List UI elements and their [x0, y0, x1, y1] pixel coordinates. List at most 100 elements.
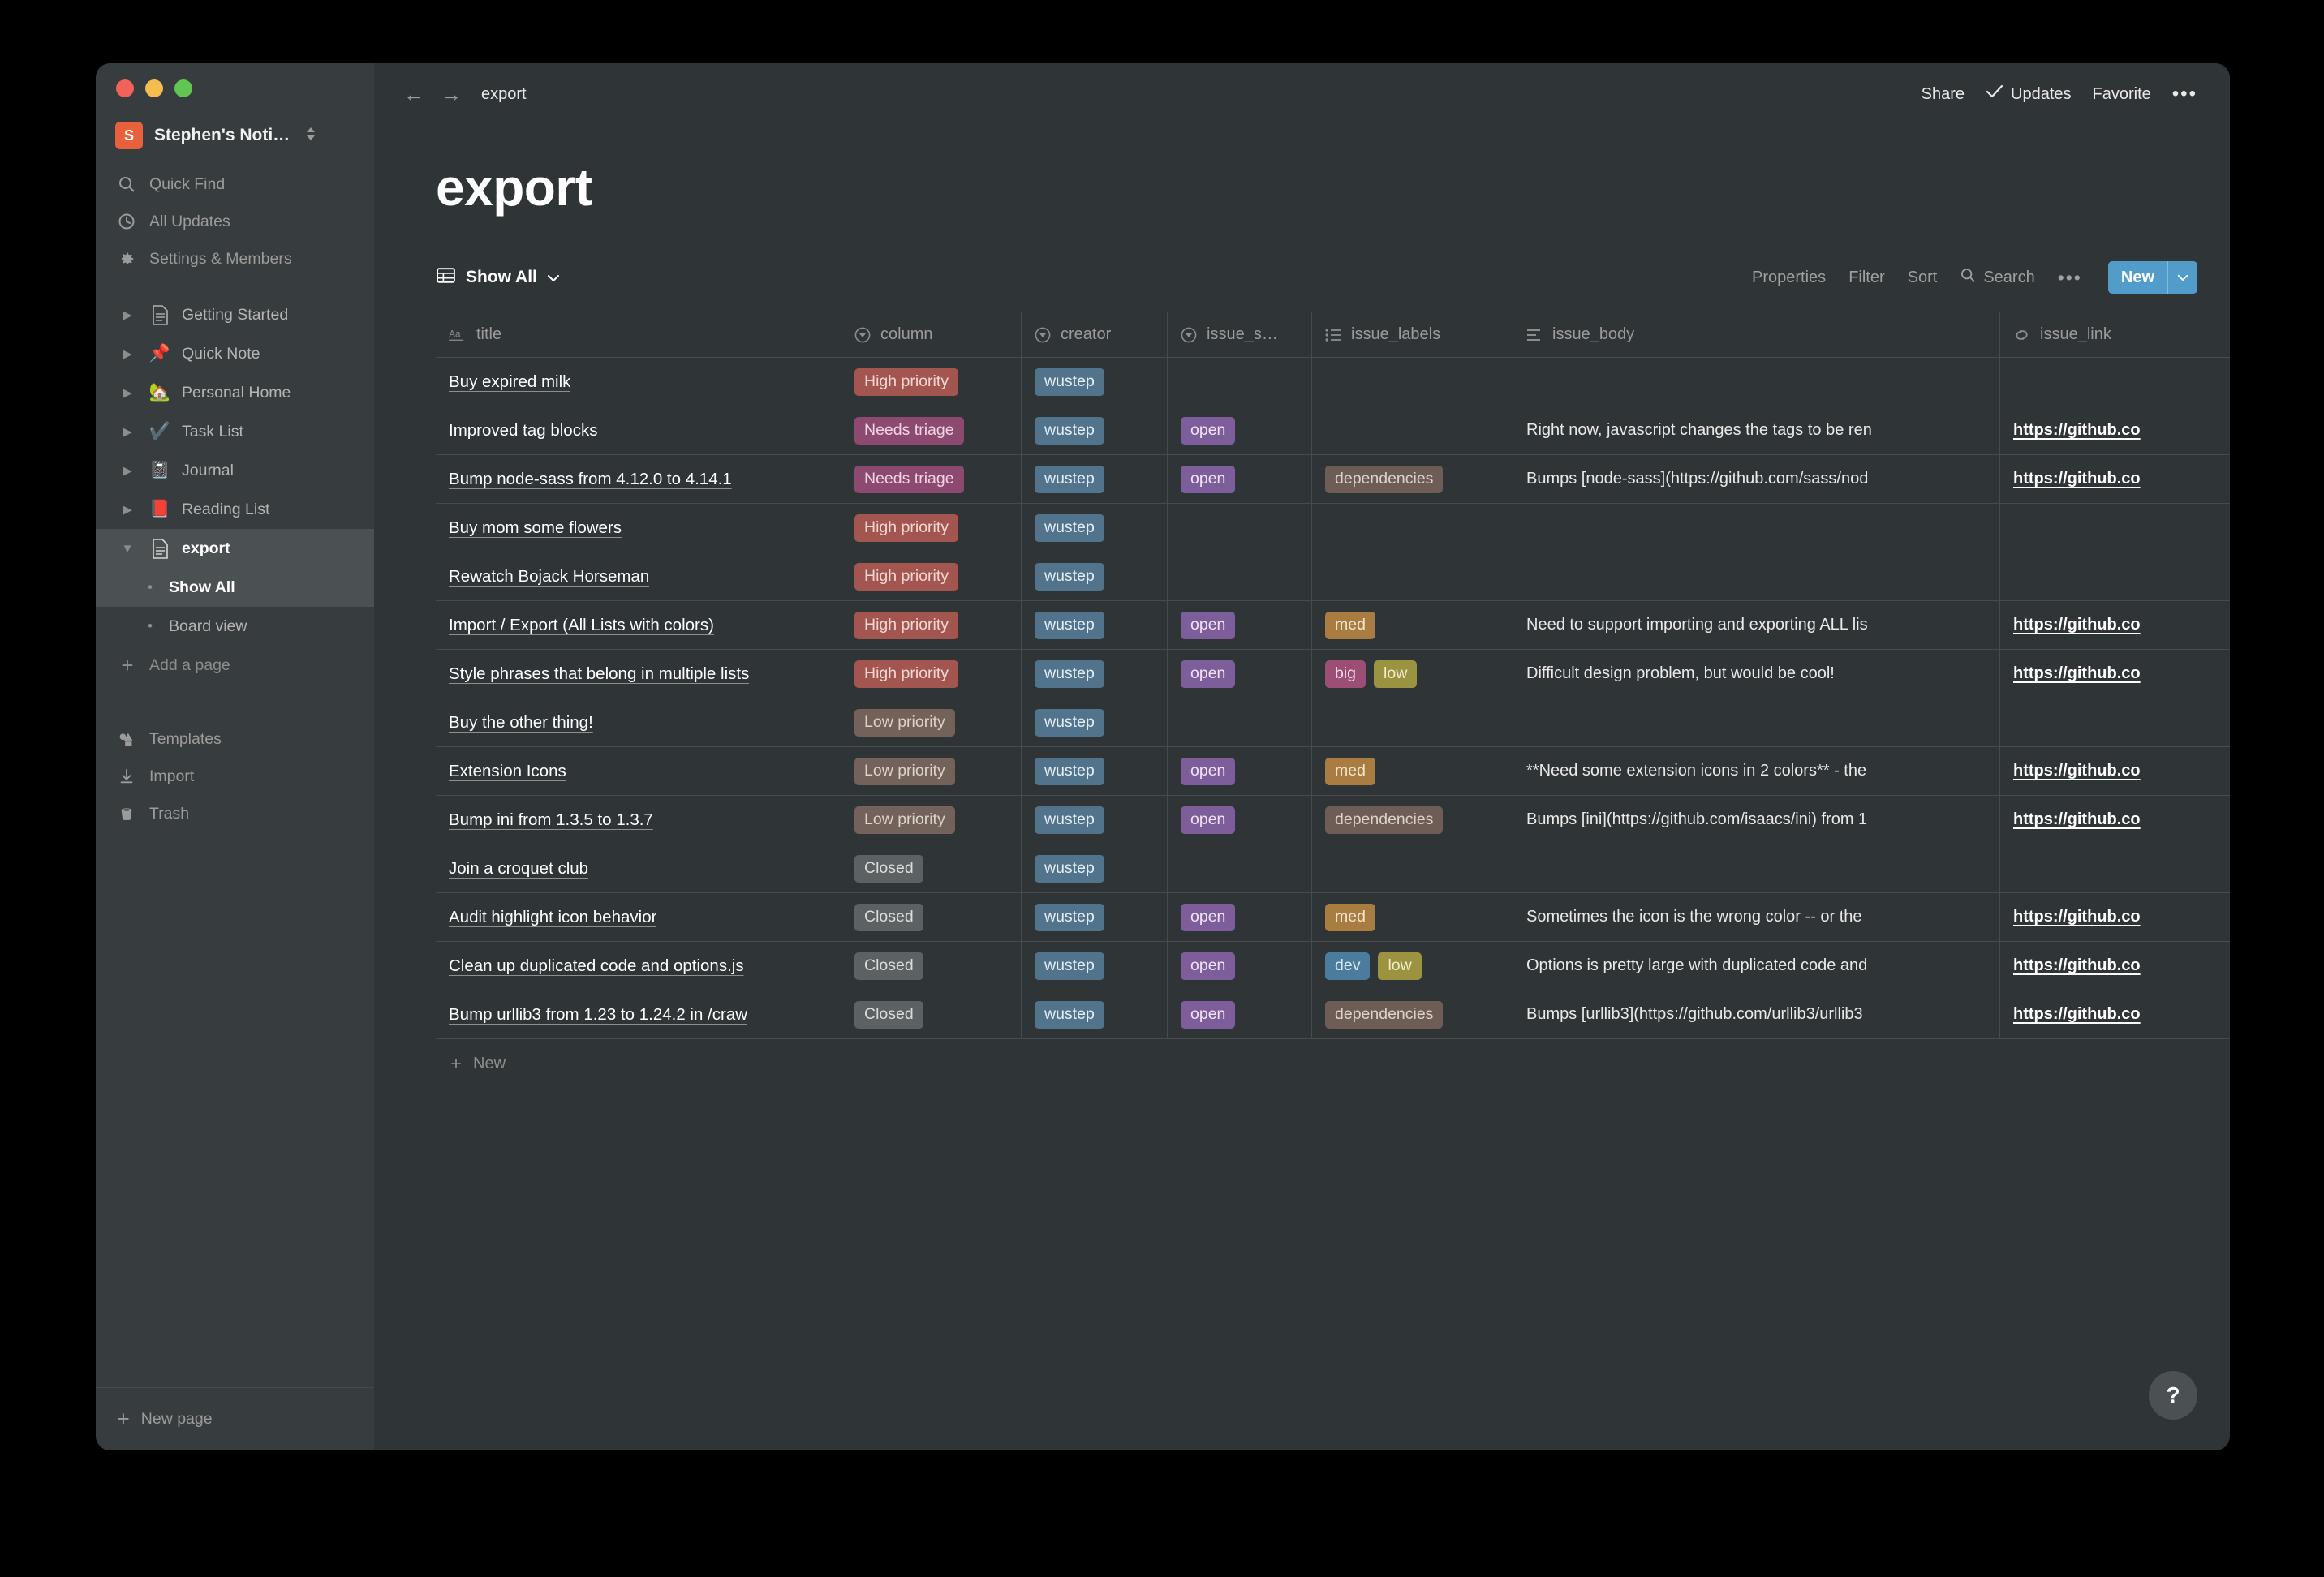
help-button[interactable]: ? — [2149, 1371, 2197, 1420]
view-tab-show-all[interactable]: Show All — [436, 265, 560, 290]
row-title-link[interactable]: Buy mom some flowers — [449, 518, 622, 538]
row-title-link[interactable]: Improved tag blocks — [449, 421, 597, 440]
cell-creator[interactable]: wustep — [1022, 406, 1168, 454]
cell-title[interactable]: Extension Icons — [436, 747, 841, 795]
cell-issue-status[interactable] — [1168, 358, 1312, 406]
cell-issue-labels[interactable] — [1312, 844, 1513, 892]
sidebar-add-page-button[interactable]: + Add a page — [96, 646, 374, 685]
cell-creator[interactable]: wustep — [1022, 698, 1168, 746]
forward-arrow-icon[interactable]: → — [433, 82, 470, 107]
cell-issue-body[interactable]: Difficult design problem, but would be c… — [1513, 650, 2000, 698]
row-title-link[interactable]: Bump node-sass from 4.12.0 to 4.14.1 — [449, 470, 732, 489]
issue-link[interactable]: https://github.co — [2013, 664, 2141, 683]
cell-issue-labels[interactable]: dependencies — [1312, 455, 1513, 503]
chevron-right-icon[interactable]: ▶ — [117, 346, 138, 361]
table-row[interactable]: Style phrases that belong in multiple li… — [436, 650, 2230, 698]
cell-issue-body[interactable] — [1513, 552, 2000, 600]
cell-issue-status[interactable]: open — [1168, 990, 1312, 1038]
sidebar-item-templates[interactable]: Templates — [96, 720, 374, 758]
row-title-link[interactable]: Style phrases that belong in multiple li… — [449, 664, 749, 684]
sidebar-item-import[interactable]: Import — [96, 758, 374, 795]
cell-column[interactable]: High priority — [841, 504, 1022, 552]
cell-issue-status[interactable]: open — [1168, 455, 1312, 503]
cell-column[interactable]: Low priority — [841, 698, 1022, 746]
properties-button[interactable]: Properties — [1752, 269, 1826, 287]
cell-issue-labels[interactable] — [1312, 552, 1513, 600]
cell-issue-link[interactable]: https://github.co — [2000, 406, 2230, 454]
cell-column[interactable]: Closed — [841, 844, 1022, 892]
cell-issue-status[interactable] — [1168, 844, 1312, 892]
cell-issue-body[interactable]: Options is pretty large with duplicated … — [1513, 942, 2000, 990]
cell-title[interactable]: Bump ini from 1.3.5 to 1.3.7 — [436, 796, 841, 844]
table-row[interactable]: Audit highlight icon behavior Closed wuste… — [436, 893, 2230, 942]
cell-issue-status[interactable]: open — [1168, 893, 1312, 941]
sidebar-page-task-list[interactable]: ▶ ✔️ Task List — [96, 412, 374, 451]
issue-link[interactable]: https://github.co — [2013, 616, 2141, 634]
cell-issue-link[interactable]: https://github.co — [2000, 650, 2230, 698]
sidebar-page-quick-note[interactable]: ▶ 📌 Quick Note — [96, 334, 374, 373]
cell-column[interactable]: High priority — [841, 552, 1022, 600]
column-header-issue-link[interactable]: issue_link — [2000, 312, 2230, 357]
column-header-title[interactable]: Aa title — [436, 312, 841, 357]
cell-title[interactable]: Audit highlight icon behavior — [436, 893, 841, 941]
table-row[interactable]: Join a croquet club Closed wustep — [436, 844, 2230, 893]
cell-column[interactable]: Low priority — [841, 796, 1022, 844]
cell-issue-link[interactable]: https://github.co — [2000, 893, 2230, 941]
new-page-button[interactable]: + New page — [96, 1387, 374, 1450]
table-row[interactable]: Buy mom some flowers High priority wustep — [436, 504, 2230, 552]
cell-issue-labels[interactable]: med — [1312, 601, 1513, 649]
cell-issue-labels[interactable] — [1312, 698, 1513, 746]
cell-creator[interactable]: wustep — [1022, 504, 1168, 552]
cell-title[interactable]: Join a croquet club — [436, 844, 841, 892]
cell-title[interactable]: Buy the other thing! — [436, 698, 841, 746]
table-row[interactable]: Import / Export (All Lists with colors) H… — [436, 601, 2230, 650]
cell-issue-status[interactable]: open — [1168, 650, 1312, 698]
cell-column[interactable]: Needs triage — [841, 406, 1022, 454]
sidebar-item-all-updates[interactable]: All Updates — [96, 203, 374, 240]
cell-issue-body[interactable]: Bumps [ini](https://github.com/isaacs/in… — [1513, 796, 2000, 844]
favorite-button[interactable]: Favorite — [2093, 85, 2151, 104]
table-row[interactable]: Buy expired milk High priority wustep — [436, 358, 2230, 406]
cell-issue-body[interactable]: Right now, javascript changes the tags t… — [1513, 406, 2000, 454]
cell-creator[interactable]: wustep — [1022, 747, 1168, 795]
cell-issue-status[interactable] — [1168, 552, 1312, 600]
cell-issue-status[interactable]: open — [1168, 942, 1312, 990]
cell-issue-labels[interactable]: dependencies — [1312, 990, 1513, 1038]
cell-creator[interactable]: wustep — [1022, 358, 1168, 406]
cell-issue-labels[interactable] — [1312, 358, 1513, 406]
column-header-column[interactable]: column — [841, 312, 1022, 357]
sidebar-page-export[interactable]: ▼ export — [96, 529, 374, 568]
cell-column[interactable]: Low priority — [841, 747, 1022, 795]
issue-link[interactable]: https://github.co — [2013, 908, 2141, 926]
cell-issue-body[interactable]: Bumps [urllib3](https://github.com/urlli… — [1513, 990, 2000, 1038]
cell-issue-labels[interactable]: dev low — [1312, 942, 1513, 990]
cell-column[interactable]: Closed — [841, 893, 1022, 941]
chevron-right-icon[interactable]: ▶ — [117, 463, 138, 478]
table-row[interactable]: Rewatch Bojack Horseman High priority wust… — [436, 552, 2230, 601]
table-row[interactable]: Bump ini from 1.3.5 to 1.3.7 Low priority… — [436, 796, 2230, 844]
cell-creator[interactable]: wustep — [1022, 942, 1168, 990]
issue-link[interactable]: https://github.co — [2013, 810, 2141, 829]
table-row[interactable]: Improved tag blocks Needs triage wustep ope… — [436, 406, 2230, 455]
cell-issue-status[interactable]: open — [1168, 747, 1312, 795]
cell-title[interactable]: Bump node-sass from 4.12.0 to 4.14.1 — [436, 455, 841, 503]
cell-issue-link[interactable]: https://github.co — [2000, 455, 2230, 503]
cell-column[interactable]: Needs triage — [841, 455, 1022, 503]
add-new-row-button[interactable]: + New — [436, 1039, 2230, 1089]
filter-button[interactable]: Filter — [1848, 269, 1884, 287]
cell-issue-body[interactable] — [1513, 504, 2000, 552]
sidebar-page-personal-home[interactable]: ▶ 🏡 Personal Home — [96, 373, 374, 412]
chevron-right-icon[interactable]: ▶ — [117, 385, 138, 400]
cell-issue-labels[interactable]: big low — [1312, 650, 1513, 698]
cell-title[interactable]: Buy expired milk — [436, 358, 841, 406]
cell-creator[interactable]: wustep — [1022, 455, 1168, 503]
cell-issue-labels[interactable]: med — [1312, 747, 1513, 795]
sidebar-subpage-show-all[interactable]: • Show All — [96, 568, 374, 607]
cell-issue-labels[interactable]: dependencies — [1312, 796, 1513, 844]
chevron-right-icon[interactable]: ▶ — [117, 307, 138, 322]
row-title-link[interactable]: Clean up duplicated code and options.js — [449, 956, 744, 976]
row-title-link[interactable]: Import / Export (All Lists with colors) — [449, 616, 714, 635]
table-row[interactable]: Extension Icons Low priority wustep open med… — [436, 747, 2230, 796]
chevron-right-icon[interactable]: ▶ — [117, 424, 138, 439]
sidebar-subpage-board-view[interactable]: • Board view — [96, 607, 374, 646]
